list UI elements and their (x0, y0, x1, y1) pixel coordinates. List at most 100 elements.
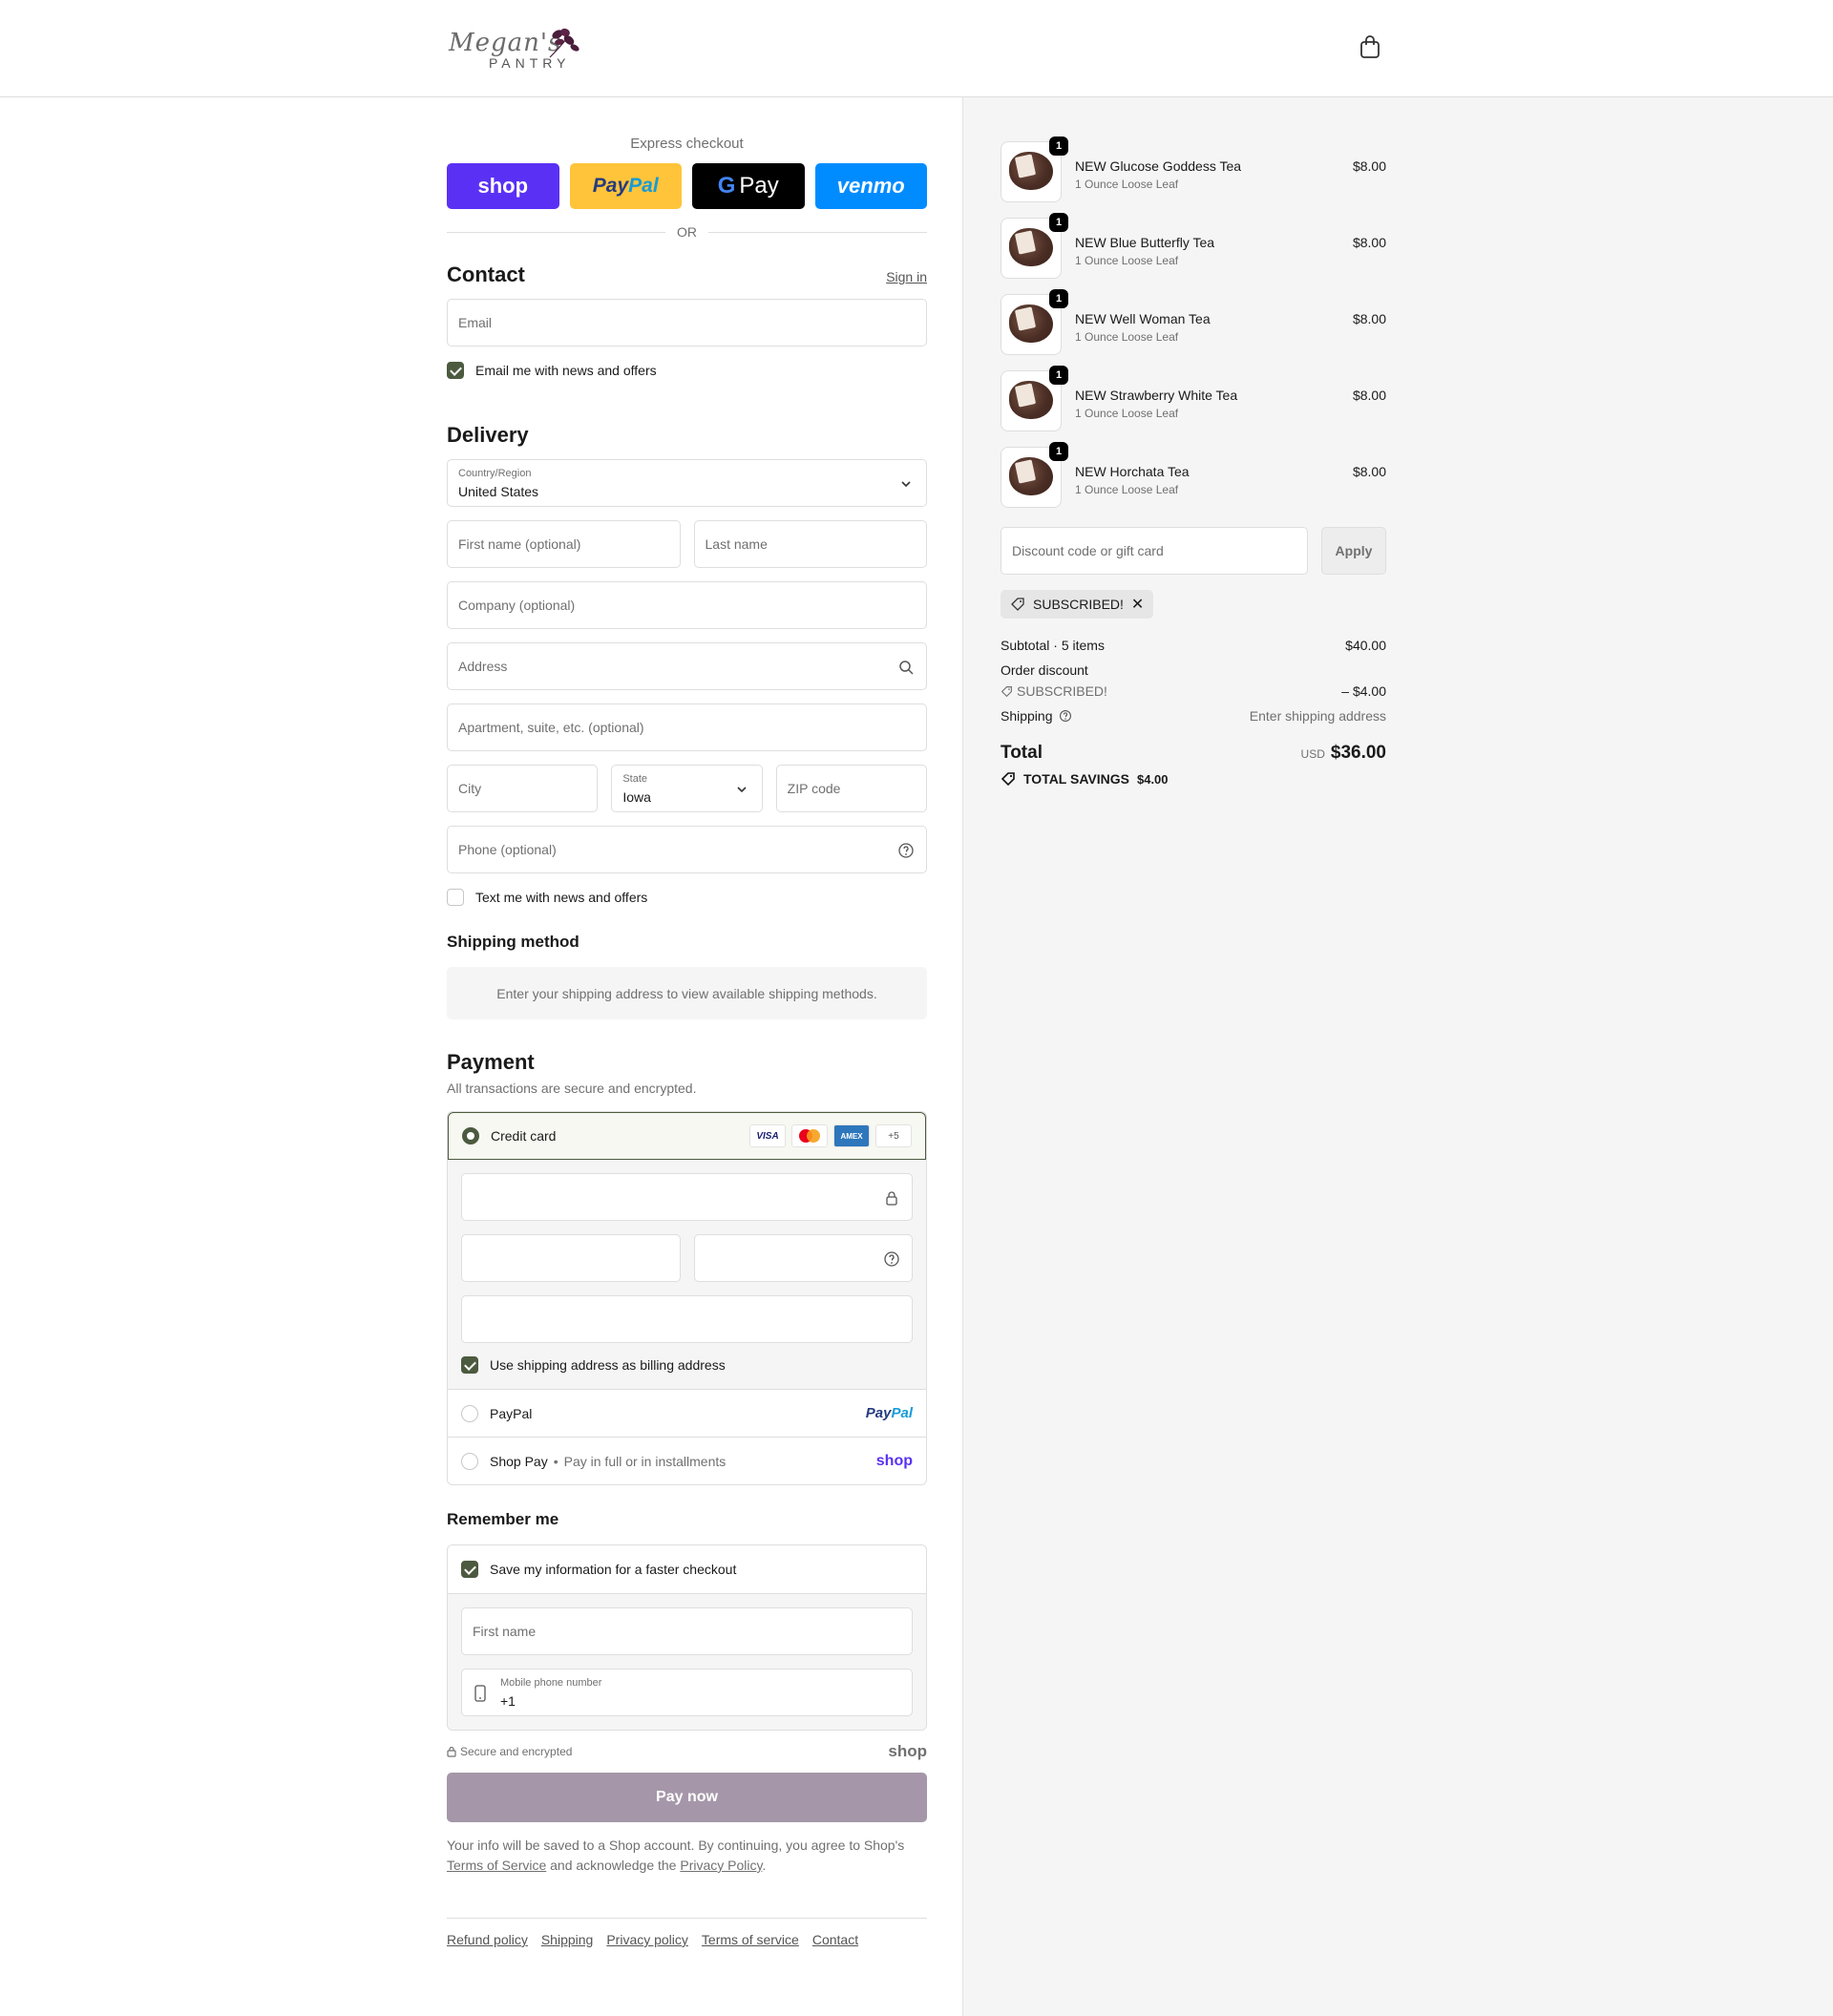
text-news-label: Text me with news and offers (475, 890, 648, 905)
address-field[interactable]: Address (447, 642, 927, 690)
remember-first-name-field[interactable]: First name (461, 1607, 913, 1655)
product-name: NEW Well Woman Tea (1075, 311, 1211, 326)
product-name: NEW Glucose Goddess Tea (1075, 158, 1242, 174)
total-label: Total (1001, 743, 1043, 763)
contact-link[interactable]: Contact (812, 1932, 858, 1947)
email-news-checkbox[interactable] (447, 362, 464, 379)
venmo-button[interactable]: venmo (814, 163, 927, 209)
shop-pay-radio[interactable] (461, 1452, 478, 1470)
credit-card-option[interactable]: Credit card VISA AMEX +5 (448, 1112, 926, 1160)
paypal-option-label: PayPal (490, 1405, 533, 1421)
logo-pantry: PANTRY (489, 55, 571, 71)
text-news-option: Text me with news and offers (447, 889, 927, 906)
paypal-label-2: Pal (628, 175, 659, 197)
google-pay-button[interactable]: G Pay (692, 163, 805, 209)
shopping-bag-icon[interactable] (1359, 34, 1384, 61)
card-exp-cvv-row (461, 1234, 913, 1295)
security-code-field[interactable] (693, 1234, 913, 1282)
apartment-placeholder: Apartment, suite, etc. (optional) (458, 720, 644, 735)
shipping-notice-text: Enter your shipping address to view avai… (496, 985, 877, 1001)
shop-pay-label: Shop Pay (490, 1453, 548, 1469)
secure-note: Secure and encrypted (447, 1745, 572, 1758)
shipping-link[interactable]: Shipping (541, 1932, 594, 1947)
search-icon (899, 661, 914, 675)
zip-field[interactable]: ZIP code (775, 765, 927, 812)
email-field[interactable]: Email (447, 299, 927, 346)
privacy-policy-footer-link[interactable]: Privacy policy (606, 1932, 688, 1947)
list-item: 1 NEW Well Woman Tea 1 Ounce Loose Leaf $… (1001, 289, 1386, 370)
venmo-label: venmo (836, 174, 905, 198)
terms-of-service-footer-link[interactable]: Terms of service (702, 1932, 799, 1947)
shipping-label: Shipping (1001, 708, 1072, 724)
name-on-card-field[interactable] (461, 1295, 913, 1343)
sign-in-link[interactable]: Sign in (886, 269, 927, 284)
refund-policy-link[interactable]: Refund policy (447, 1932, 528, 1947)
pay-now-button[interactable]: Pay now (447, 1773, 927, 1822)
product-price: $8.00 (1352, 464, 1386, 479)
phone-placeholder: Phone (optional) (458, 842, 557, 857)
tag-icon (1001, 772, 1015, 787)
privacy-policy-link[interactable]: Privacy Policy (680, 1858, 762, 1873)
country-select[interactable]: Country/Region United States (447, 459, 927, 507)
apartment-field[interactable]: Apartment, suite, etc. (optional) (447, 704, 927, 751)
more-cards-badge: +5 (875, 1124, 912, 1147)
product-price: $8.00 (1352, 388, 1386, 403)
shop-pay-button[interactable]: shop (447, 163, 559, 209)
list-item: 1 NEW Blue Butterfly Tea 1 Ounce Loose Le… (1001, 213, 1386, 294)
save-info-checkbox[interactable] (461, 1561, 478, 1578)
billing-checkbox[interactable] (461, 1356, 478, 1374)
text-news-checkbox[interactable] (447, 889, 464, 906)
card-number-field[interactable] (461, 1173, 913, 1221)
country-label: Country/Region (458, 468, 532, 479)
product-image: 1 (1001, 213, 1068, 279)
shipping-row: Shipping Enter shipping address (1001, 708, 1386, 724)
company-field[interactable]: Company (optional) (447, 581, 927, 629)
secure-row: Secure and encrypted shop (447, 1742, 927, 1761)
city-field[interactable]: City (447, 765, 599, 812)
card-form: Use shipping address as billing address (448, 1160, 926, 1389)
quantity-badge: 1 (1049, 213, 1068, 232)
shop-logo: shop (875, 1452, 913, 1469)
discount-row: Discount code or gift card Apply (1001, 527, 1386, 575)
discount-code-field[interactable]: Discount code or gift card (1001, 527, 1308, 575)
help-icon[interactable] (1059, 709, 1072, 723)
paypal-option[interactable]: PayPal PayPal (448, 1389, 926, 1437)
subtotal-row: Subtotal · 5 items $40.00 (1001, 638, 1386, 653)
phone-field[interactable]: Phone (optional) (447, 826, 927, 873)
paypal-logo: PayPal (865, 1405, 913, 1421)
address-placeholder: Address (458, 659, 508, 674)
help-icon[interactable] (883, 1250, 900, 1268)
paypal-radio[interactable] (461, 1404, 478, 1422)
first-name-field[interactable]: First name (optional) (447, 520, 681, 568)
help-icon[interactable] (897, 842, 915, 859)
mobile-value: +1 (500, 1693, 516, 1709)
discount-placeholder: Discount code or gift card (1012, 543, 1164, 558)
apply-button[interactable]: Apply (1321, 527, 1386, 575)
quantity-badge: 1 (1049, 289, 1068, 308)
store-logo[interactable]: Megan's PANTRY (445, 25, 594, 73)
last-name-placeholder: Last name (705, 536, 768, 552)
paypal-button[interactable]: Pay Pal (569, 163, 682, 209)
remember-me-box: Save my information for a faster checkou… (447, 1544, 927, 1731)
email-news-option: Email me with news and offers (447, 362, 927, 379)
flower-icon (549, 28, 579, 58)
terms-of-service-link[interactable]: Terms of Service (447, 1858, 546, 1873)
mobile-phone-field[interactable]: Mobile phone number +1 (461, 1669, 913, 1716)
product-variant: 1 Ounce Loose Leaf (1075, 330, 1179, 344)
last-name-field[interactable]: Last name (693, 520, 927, 568)
expiration-field[interactable] (461, 1234, 681, 1282)
delivery-title: Delivery (447, 423, 529, 447)
product-price: $8.00 (1352, 311, 1386, 326)
email-news-label: Email me with news and offers (475, 363, 657, 378)
credit-card-radio[interactable] (462, 1127, 479, 1144)
chevron-down-icon (737, 787, 747, 793)
total-savings: TOTAL SAVINGS $4.00 (1001, 771, 1386, 787)
first-name-placeholder: First name (optional) (458, 536, 581, 552)
zip-placeholder: ZIP code (787, 781, 841, 796)
lock-icon (447, 1746, 456, 1757)
list-item: 1 NEW Strawberry White Tea 1 Ounce Loose … (1001, 366, 1386, 447)
shop-pay-option[interactable]: Shop Pay • Pay in full or in installment… (448, 1437, 926, 1484)
remove-discount-icon[interactable]: ✕ (1131, 595, 1144, 614)
state-select[interactable]: State Iowa (611, 765, 763, 812)
subtotal-value: $40.00 (1345, 638, 1386, 653)
